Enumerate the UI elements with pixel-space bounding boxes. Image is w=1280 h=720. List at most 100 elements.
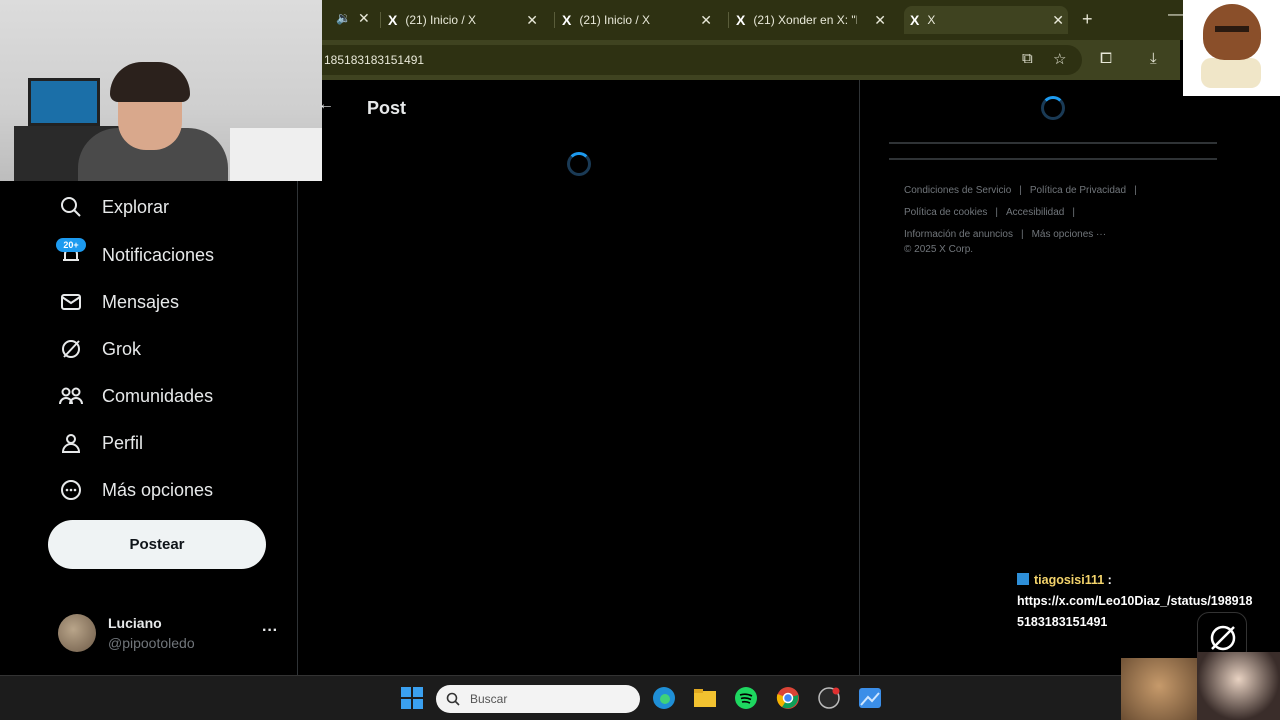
- footer-link[interactable]: Política de cookies: [904, 207, 987, 218]
- footer-link[interactable]: Política de Privacidad: [1030, 185, 1126, 196]
- account-handle: @pipootoledo: [108, 635, 195, 651]
- chat-badge-icon: [1017, 573, 1029, 585]
- grok-icon: [58, 336, 84, 362]
- extensions-icon[interactable]: ⧠: [1100, 50, 1112, 67]
- footer-separator: |: [1072, 207, 1075, 218]
- main-column: ← Post: [298, 80, 860, 675]
- bookmark-star-icon[interactable]: ☆: [1053, 50, 1066, 68]
- search-icon: [58, 194, 84, 220]
- window-minimize-button[interactable]: —: [1168, 6, 1184, 24]
- tab-close-icon[interactable]: ✕: [358, 10, 370, 27]
- divider: [889, 142, 1217, 144]
- file-explorer-icon[interactable]: [693, 686, 717, 710]
- address-bar-area: 185183183151491 ⧉ ☆ ⧠ ⤓: [322, 40, 1180, 80]
- tab-separator: [380, 12, 381, 28]
- back-arrow-icon[interactable]: ←: [318, 96, 334, 114]
- nav-item-mas-opciones[interactable]: Más opciones: [58, 474, 213, 506]
- cast-icon[interactable]: ⧉: [1022, 50, 1033, 67]
- goomba-brow: [1215, 26, 1249, 32]
- audio-icon[interactable]: 🔉: [336, 11, 351, 25]
- nav-item-explorar[interactable]: Explorar: [58, 191, 169, 223]
- tab-title: (21) Xonder en X: "Lo: [753, 13, 857, 27]
- tab-separator: [554, 12, 555, 28]
- tab-title: (21) Inicio / X: [405, 13, 477, 27]
- browser-tab[interactable]: X (21) Xonder en X: "Lo ✕: [736, 6, 896, 34]
- browser-tab[interactable]: X (21) Inicio / X ✕: [562, 6, 722, 34]
- divider: [889, 158, 1217, 160]
- nav-label: Grok: [102, 338, 142, 359]
- footer-link[interactable]: Accesibilidad: [1006, 207, 1064, 218]
- webcam-overlay: [0, 0, 322, 181]
- chat-message-line: https://x.com/Leo10Diaz_/status/198918: [1017, 594, 1253, 608]
- account-switcher[interactable]: Luciano @pipootoledo ···: [58, 612, 288, 654]
- tab-separator: [728, 12, 729, 28]
- nav-item-comunidades[interactable]: Comunidades: [58, 380, 213, 412]
- post-button[interactable]: Postear: [48, 520, 266, 569]
- tab-close-icon[interactable]: ✕: [874, 12, 886, 29]
- nav-label: Comunidades: [102, 385, 214, 406]
- webcam-monitor: [28, 78, 100, 126]
- browser-tab-active[interactable]: X X ✕: [904, 6, 1068, 34]
- search-icon: [446, 692, 460, 706]
- tab-title: X: [927, 13, 936, 27]
- x-logo-icon: X: [736, 12, 746, 28]
- footer-separator: |: [1019, 185, 1022, 196]
- loading-spinner: [1041, 96, 1065, 120]
- more-circle-icon: [58, 477, 84, 503]
- nav-label: Más opciones: [102, 479, 214, 500]
- footer-link[interactable]: Condiciones de Servicio: [904, 185, 1011, 196]
- footer-separator: |: [1020, 229, 1024, 240]
- tab-close-icon[interactable]: ✕: [526, 12, 538, 29]
- footer-separator: |: [1134, 185, 1137, 196]
- tab-close-icon[interactable]: ✕: [1052, 12, 1064, 29]
- download-icon[interactable]: ⤓: [1150, 50, 1157, 67]
- avatar: [58, 614, 96, 652]
- x-sidebar: Explorar Notificaciones Mensajes Grok Co…: [0, 181, 298, 675]
- copyright: © 2025 X Corp.: [904, 244, 974, 255]
- nav-item-mensajes[interactable]: Mensajes: [58, 286, 179, 318]
- browser-tab-bar: 🔉 ✕ X (21) Inicio / X ✕ X (21) Inicio / …: [322, 0, 1280, 40]
- tab-close-icon[interactable]: ✕: [700, 12, 712, 29]
- footer-links: Condiciones de Servicio | Política de Priv…: [904, 180, 1234, 246]
- people-icon: [58, 383, 84, 409]
- chat-separator: :: [1104, 573, 1112, 587]
- nav-item-perfil[interactable]: Perfil: [58, 427, 143, 459]
- character-sticker: [1121, 658, 1197, 720]
- footer-separator: |: [995, 207, 998, 218]
- browser-tab[interactable]: X (21) Inicio / X ✕: [388, 6, 548, 34]
- chat-message-line: 5183183151491: [1017, 615, 1108, 629]
- new-tab-button[interactable]: +: [1082, 9, 1093, 30]
- chrome-icon[interactable]: [776, 686, 800, 710]
- taskbar-search[interactable]: Buscar: [436, 685, 640, 713]
- tab-title: (21) Inicio / X: [579, 13, 651, 27]
- footer-link[interactable]: Más opciones ···: [1032, 229, 1106, 240]
- x-logo-icon: X: [388, 12, 398, 28]
- page-title: Post: [367, 98, 407, 118]
- nav-label: Perfil: [102, 432, 144, 453]
- address-bar[interactable]: 185183183151491: [322, 45, 1082, 75]
- windows-start-icon[interactable]: [400, 686, 424, 710]
- spotify-icon[interactable]: [734, 686, 758, 710]
- taskbar-search-label: Buscar: [470, 692, 508, 706]
- nav-label: Notificaciones: [102, 244, 215, 265]
- notification-badge: 20+: [56, 238, 86, 252]
- photos-icon[interactable]: [858, 686, 882, 710]
- address-text[interactable]: 185183183151491: [324, 53, 424, 67]
- goomba-head: [1203, 4, 1261, 60]
- nav-label: Mensajes: [102, 291, 180, 312]
- nav-item-grok[interactable]: Grok: [58, 333, 141, 365]
- loading-spinner: [567, 152, 591, 176]
- mail-icon: [58, 289, 84, 315]
- chat-username: tiagosisi111: [1034, 573, 1105, 587]
- account-more-icon[interactable]: ···: [262, 622, 278, 640]
- x-logo-icon: X: [562, 12, 572, 28]
- character-sticker: [1197, 652, 1280, 720]
- edge-icon[interactable]: [652, 686, 676, 710]
- person-icon: [58, 430, 84, 456]
- webcam-person-hair: [110, 62, 190, 102]
- account-name: Luciano: [108, 615, 162, 631]
- obs-icon[interactable]: [817, 686, 841, 710]
- x-logo-icon: X: [910, 12, 920, 28]
- footer-link[interactable]: Información de anuncios: [904, 229, 1013, 240]
- nav-label: Explorar: [102, 196, 170, 217]
